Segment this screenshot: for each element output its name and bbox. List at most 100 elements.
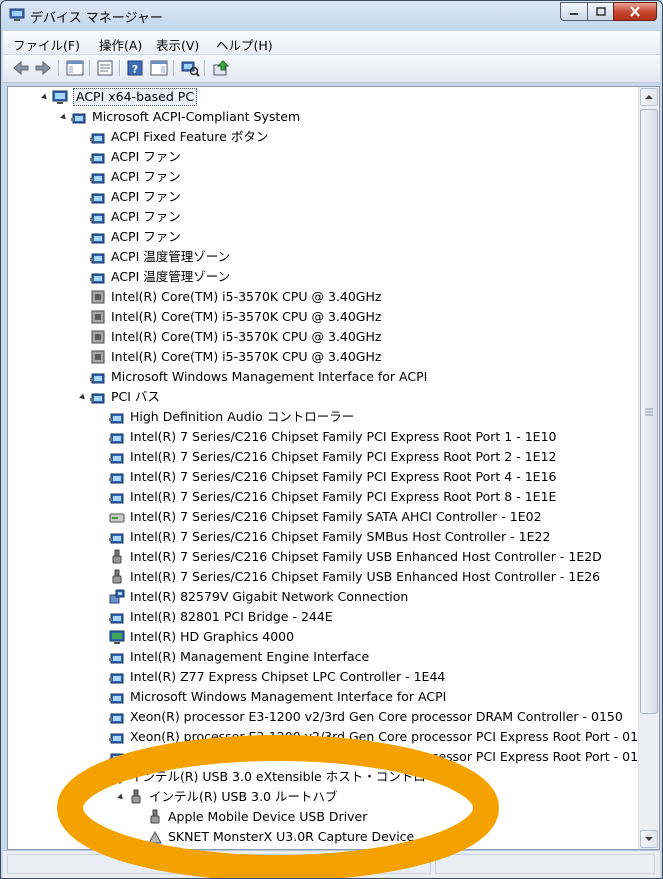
system-device-icon [90, 253, 105, 264]
collapse-arrow-icon[interactable] [41, 93, 49, 102]
tree-node[interactable]: Intel(R) 7 Series/C216 Chipset Family PC… [8, 487, 638, 507]
system-device-icon [109, 493, 124, 504]
tree-node[interactable]: PCI バス [8, 387, 638, 407]
expand-arrow-icon[interactable] [98, 472, 104, 482]
tree-node[interactable]: ACPI ファン [8, 227, 638, 247]
tree-node[interactable]: ACPI 温度管理ゾーン [8, 267, 638, 287]
forward-icon[interactable] [33, 59, 53, 77]
collapse-arrow-icon[interactable] [79, 393, 87, 402]
tree-node[interactable]: インテル(R) USB 3.0 eXtensible ホスト・コントローラー [8, 767, 638, 787]
tree-node[interactable]: インテル(R) USB 3.0 ルートハブ [8, 787, 638, 807]
tree-node[interactable]: Xeon(R) processor E3-1200 v2/3rd Gen Cor… [8, 707, 638, 727]
tree-node[interactable]: ACPI ファン [8, 147, 638, 167]
tree-node[interactable]: High Definition Audio コントローラー [8, 407, 638, 427]
tree-node[interactable]: Xeon(R) processor E3-1200 v2/3rd Gen Cor… [8, 727, 654, 747]
menu-help[interactable]: ヘルプ(H) [216, 35, 273, 54]
tree-node[interactable]: Intel(R) Z77 Express Chipset LPC Control… [8, 667, 638, 687]
menu-action[interactable]: 操作(A) [99, 35, 142, 54]
menu-view[interactable]: 表示(V) [156, 35, 199, 54]
tree-node[interactable]: SKNET MonsterX U3.0R Capture Device [8, 827, 638, 847]
expand-arrow-icon[interactable] [98, 612, 104, 622]
tree-node-label: ACPI ファン [111, 149, 181, 164]
back-icon[interactable] [11, 59, 31, 77]
properties-icon[interactable] [95, 59, 115, 77]
system-device-icon [109, 753, 124, 764]
tree-node-label: Intel(R) 7 Series/C216 Chipset Family SA… [130, 509, 542, 524]
action-pane-icon[interactable] [149, 59, 169, 77]
scroll-down-arrow-icon [645, 837, 653, 841]
expand-arrow-icon[interactable] [98, 752, 104, 762]
svg-text:?: ? [132, 63, 138, 76]
expand-arrow-icon[interactable] [98, 672, 104, 682]
expand-arrow-icon[interactable] [136, 812, 142, 822]
tree-node[interactable]: Intel(R) 7 Series/C216 Chipset Family PC… [8, 447, 638, 467]
menu-file[interactable]: ファイル(F) [13, 35, 80, 54]
tree-node[interactable]: Intel(R) Core(TM) i5-3570K CPU @ 3.40GHz [8, 347, 638, 367]
tree-node[interactable]: Microsoft ACPI-Compliant System [8, 107, 638, 127]
system-device-icon [109, 453, 124, 464]
toolbar: ? [3, 55, 660, 83]
tree-node[interactable]: Intel(R) 7 Series/C216 Chipset Family US… [8, 547, 638, 567]
tree-node-label: High Definition Audio コントローラー [130, 409, 355, 424]
expand-arrow-icon[interactable] [98, 492, 104, 502]
window-title: デバイス マネージャー [30, 11, 163, 26]
tree-node-label: Intel(R) 82801 PCI Bridge - 244E [130, 609, 333, 624]
cpu-device-icon [91, 350, 105, 364]
update-driver-icon[interactable] [211, 59, 231, 77]
help-icon[interactable]: ? [125, 59, 145, 77]
device-tree-pane: ACPI x64-based PC Microsoft ACPI-Complian… [7, 86, 660, 850]
close-button[interactable] [613, 2, 657, 21]
show-hide-console-tree-icon[interactable] [65, 59, 85, 77]
tree-node[interactable]: ACPI ファン [8, 167, 638, 187]
minimize-button[interactable] [560, 2, 587, 21]
collapse-arrow-icon[interactable] [117, 793, 125, 802]
system-device-icon [109, 473, 124, 484]
device-manager-window: デバイス マネージャー ファイル(F) 操作(A) 表示(V) ヘルプ(H) ? [0, 0, 663, 879]
expand-arrow-icon[interactable] [98, 732, 104, 742]
tree-node[interactable]: Intel(R) 82801 PCI Bridge - 244E [8, 607, 638, 627]
tree-node[interactable]: Intel(R) HD Graphics 4000 [8, 627, 638, 647]
expand-arrow-icon[interactable] [98, 572, 104, 582]
tree-node[interactable]: Microsoft Windows Management Interface f… [8, 687, 638, 707]
tree-node[interactable]: ACPI ファン [8, 187, 638, 207]
tree-node[interactable]: Microsoft Windows Management Interface f… [8, 367, 638, 387]
expand-arrow-icon[interactable] [98, 432, 104, 442]
cpu-device-icon [91, 310, 105, 324]
collapse-arrow-icon[interactable] [98, 773, 106, 782]
collapse-arrow-icon[interactable] [60, 113, 68, 122]
vertical-scrollbar[interactable] [638, 87, 659, 849]
usb-device-icon [112, 569, 122, 584]
expand-arrow-icon[interactable] [98, 552, 104, 562]
tree-node[interactable]: Intel(R) 7 Series/C216 Chipset Family SA… [8, 507, 638, 527]
scroll-up-button[interactable] [640, 88, 658, 106]
scan-hardware-icon[interactable] [180, 59, 200, 77]
tree-node[interactable]: Xeon(R) processor E3-1200 v2/3rd Gen Cor… [8, 747, 654, 767]
tree-node[interactable]: Intel(R) 7 Series/C216 Chipset Family PC… [8, 427, 638, 447]
usb-device-icon [112, 769, 122, 784]
scroll-down-button[interactable] [640, 830, 658, 848]
status-cell [435, 854, 655, 874]
scrollbar-thumb[interactable] [640, 109, 658, 714]
title-bar[interactable]: デバイス マネージャー [1, 1, 662, 31]
expand-arrow-icon[interactable] [98, 452, 104, 462]
tree-node[interactable]: Intel(R) 7 Series/C216 Chipset Family PC… [8, 467, 638, 487]
tree-node[interactable]: Apple Mobile Device USB Driver [8, 807, 638, 827]
tree-node-label: Intel(R) Z77 Express Chipset LPC Control… [130, 669, 446, 684]
storage-device-icon [109, 513, 125, 523]
expand-arrow-icon[interactable] [98, 512, 104, 522]
tree-node[interactable]: ACPI x64-based PC [8, 87, 638, 107]
tree-node[interactable]: Intel(R) Core(TM) i5-3570K CPU @ 3.40GHz [8, 307, 638, 327]
tree-node-label: ACPI Fixed Feature ボタン [111, 129, 269, 144]
expand-arrow-icon[interactable] [98, 412, 104, 422]
tree-node[interactable]: ACPI ファン [8, 207, 638, 227]
maximize-button[interactable] [587, 2, 613, 21]
tree-node[interactable]: Intel(R) Core(TM) i5-3570K CPU @ 3.40GHz [8, 287, 638, 307]
tree-node[interactable]: ACPI 温度管理ゾーン [8, 247, 638, 267]
tree-node[interactable]: Intel(R) 82579V Gigabit Network Connecti… [8, 587, 638, 607]
tree-node-label: Intel(R) 7 Series/C216 Chipset Family PC… [130, 489, 557, 504]
tree-node[interactable]: Intel(R) 7 Series/C216 Chipset Family US… [8, 567, 638, 587]
tree-node[interactable]: Intel(R) 7 Series/C216 Chipset Family SM… [8, 527, 638, 547]
tree-node[interactable]: Intel(R) Management Engine Interface [8, 647, 638, 667]
tree-node[interactable]: ACPI Fixed Feature ボタン [8, 127, 638, 147]
tree-node[interactable]: Intel(R) Core(TM) i5-3570K CPU @ 3.40GHz [8, 327, 638, 347]
